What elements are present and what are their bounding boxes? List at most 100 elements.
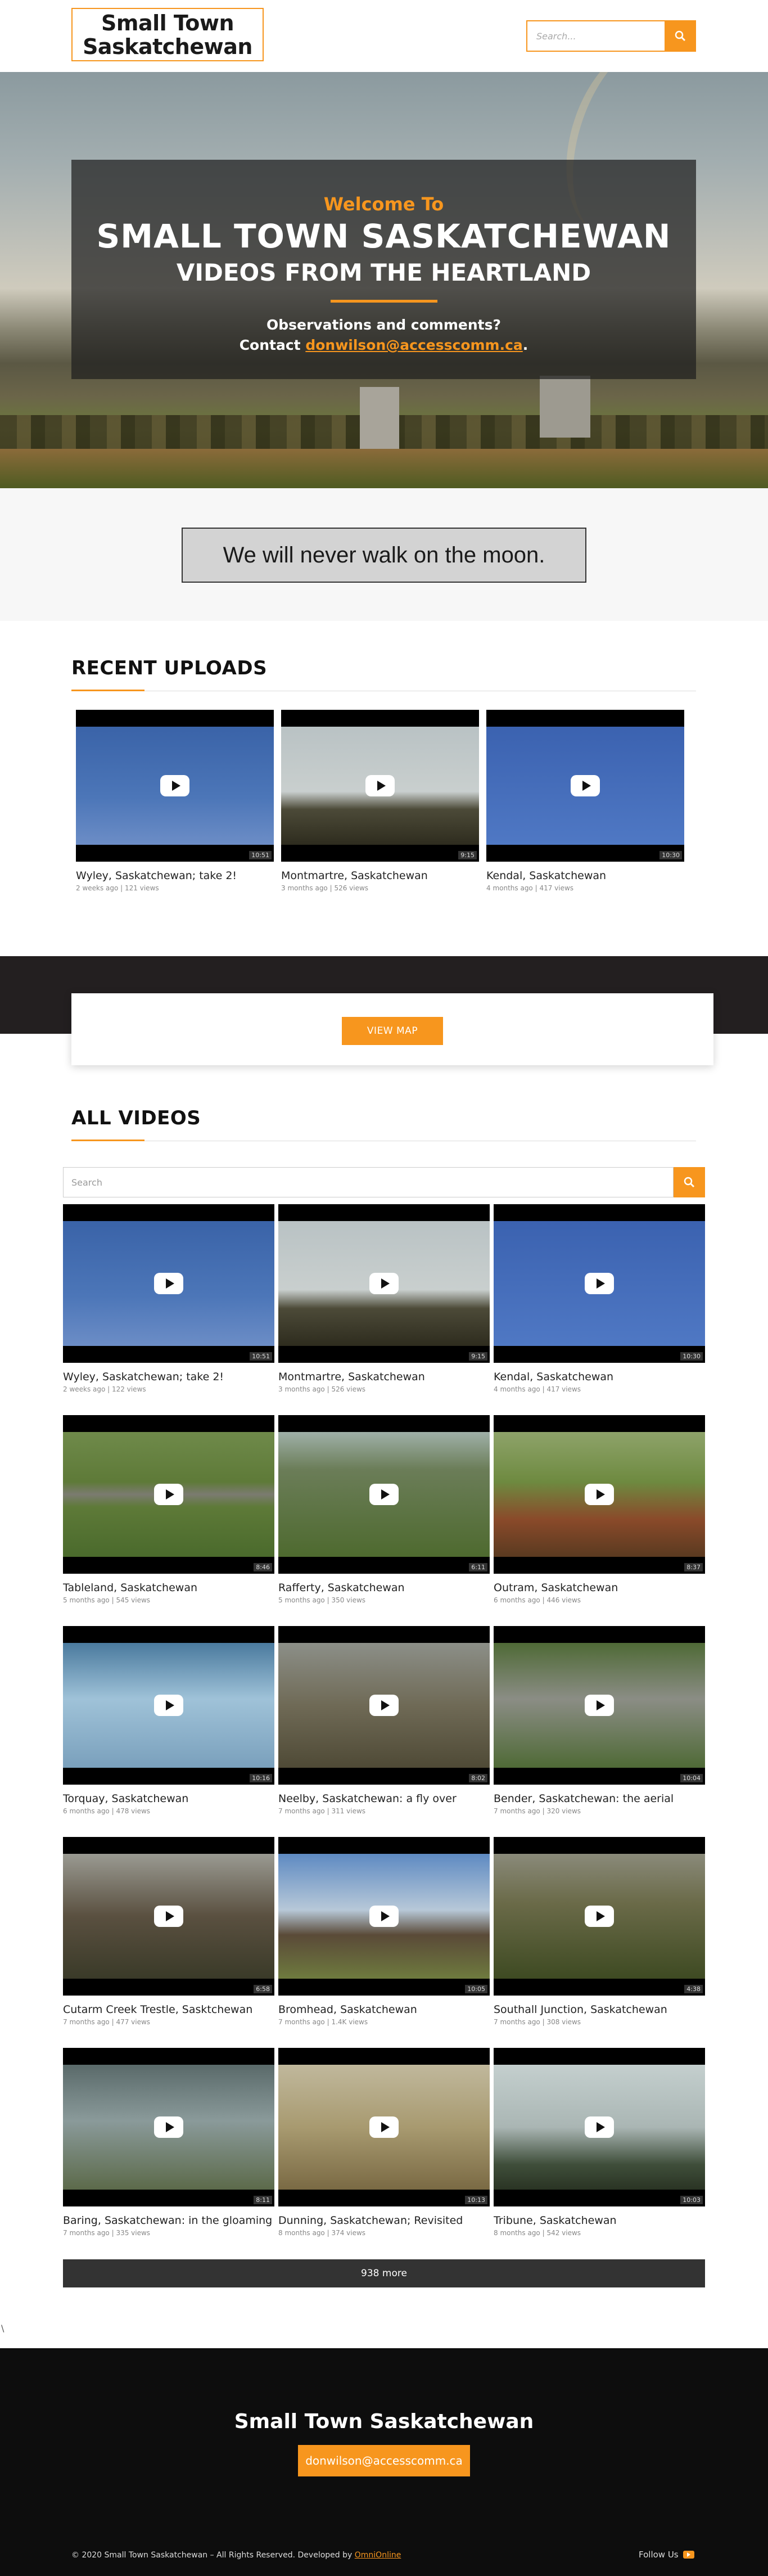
play-icon[interactable] xyxy=(160,775,189,796)
video-card[interactable]: 10:05 Bromhead, Saskatchewan 7 months ago … xyxy=(278,1837,490,2026)
hero-contact-email-link[interactable]: donwilson@accesscomm.ca xyxy=(305,337,522,353)
video-thumbnail[interactable]: 10:51 xyxy=(76,710,274,862)
video-thumbnail[interactable]: 9:15 xyxy=(281,710,479,862)
video-title[interactable]: Neelby, Saskatchewan: a fly over xyxy=(278,1793,490,1805)
play-icon[interactable] xyxy=(154,2116,183,2138)
video-thumbnail[interactable]: 10:13 xyxy=(278,2048,490,2206)
play-icon[interactable] xyxy=(585,1906,614,1927)
play-icon[interactable] xyxy=(154,1695,183,1716)
video-card[interactable]: 10:13 Dunning, Saskatchewan; Revisited 8 m… xyxy=(278,2048,490,2237)
video-duration: 10:30 xyxy=(659,851,682,859)
video-meta: 5 months ago | 350 views xyxy=(278,1596,366,1604)
load-more-button[interactable]: 938 more xyxy=(63,2259,705,2287)
video-title[interactable]: Cutarm Creek Trestle, Sasktchewan xyxy=(63,2003,274,2016)
video-thumbnail[interactable]: 9:15 xyxy=(278,1204,490,1363)
play-icon[interactable] xyxy=(369,1906,399,1927)
video-title[interactable]: Wyley, Saskatchewan; take 2! xyxy=(76,870,274,882)
video-title[interactable]: Bromhead, Saskatchewan xyxy=(278,2003,490,2016)
play-icon[interactable] xyxy=(585,1273,614,1294)
video-title[interactable]: Tableland, Saskatchewan xyxy=(63,1582,274,1594)
play-icon[interactable] xyxy=(369,1273,399,1294)
video-card[interactable]: 6:11 Rafferty, Saskatchewan 5 months ago |… xyxy=(278,1415,490,1604)
video-title[interactable]: Dunning, Saskatchewan; Revisited xyxy=(278,2214,490,2227)
video-title[interactable]: Bender, Saskatchewan: the aerial xyxy=(494,1793,705,1805)
video-card[interactable]: 10:51 Wyley, Saskatchewan; take 2! 2 weeks… xyxy=(63,1204,274,1393)
youtube-icon[interactable] xyxy=(683,2551,694,2559)
quote-box: We will never walk on the moon. xyxy=(182,528,586,583)
video-title[interactable]: Kendal, Saskatchewan xyxy=(494,1371,705,1383)
site-logo[interactable]: Small Town Saskatchewan xyxy=(71,8,264,61)
video-card[interactable]: 8:37 Outram, Saskatchewan 6 months ago | 4… xyxy=(494,1415,705,1604)
play-icon[interactable] xyxy=(585,1695,614,1716)
all-videos-accent xyxy=(71,1140,144,1141)
recent-video-card[interactable]: 9:15 Montmartre, Saskatchewan 3 months ago… xyxy=(281,710,479,892)
video-title[interactable]: Outram, Saskatchewan xyxy=(494,1582,705,1594)
video-card[interactable]: 10:04 Bender, Saskatchewan: the aerial 7 m… xyxy=(494,1626,705,1815)
video-thumbnail[interactable]: 6:58 xyxy=(63,1837,274,1996)
video-meta: 7 months ago | 1.4K views xyxy=(278,2018,368,2026)
video-title[interactable]: Tribune, Saskatchewan xyxy=(494,2214,705,2227)
hero-overlay: Welcome To SMALL TOWN SASKATCHEWAN VIDEO… xyxy=(71,160,696,379)
video-title[interactable]: Wyley, Saskatchewan; take 2! xyxy=(63,1371,274,1383)
video-thumbnail[interactable]: 8:46 xyxy=(63,1415,274,1574)
video-meta: 2 weeks ago | 121 views xyxy=(76,884,159,892)
video-thumbnail[interactable]: 10:04 xyxy=(494,1626,705,1785)
site-header: Small Town Saskatchewan Search... xyxy=(0,0,768,72)
play-icon[interactable] xyxy=(154,1273,183,1294)
developer-link[interactable]: OmniOnline xyxy=(355,2551,401,2560)
video-thumbnail[interactable]: 8:11 xyxy=(63,2048,274,2206)
video-card[interactable]: 9:15 Montmartre, Saskatchewan 3 months ago… xyxy=(278,1204,490,1393)
video-card[interactable]: 8:11 Baring, Saskatchewan: in the gloamin… xyxy=(63,2048,274,2237)
video-thumbnail[interactable]: 10:30 xyxy=(494,1204,705,1363)
video-card[interactable]: 10:30 Kendal, Saskatchewan 4 months ago | … xyxy=(494,1204,705,1393)
play-icon[interactable] xyxy=(585,1484,614,1505)
video-thumbnail[interactable]: 4:38 xyxy=(494,1837,705,1996)
video-card[interactable]: 10:16 Torquay, Saskatchewan 6 months ago |… xyxy=(63,1626,274,1815)
header-search-button[interactable] xyxy=(665,20,696,52)
video-card[interactable]: 10:03 Tribune, Saskatchewan 8 months ago |… xyxy=(494,2048,705,2237)
recent-video-card[interactable]: 10:30 Kendal, Saskatchewan 4 months ago | … xyxy=(486,710,684,892)
play-icon[interactable] xyxy=(154,1484,183,1505)
video-card[interactable]: 8:02 Neelby, Saskatchewan: a fly over 7 mo… xyxy=(278,1626,490,1815)
view-map-button[interactable]: VIEW MAP xyxy=(342,1017,443,1045)
video-title[interactable]: Torquay, Saskatchewan xyxy=(63,1793,274,1805)
play-icon[interactable] xyxy=(369,2116,399,2138)
recent-video-card[interactable]: 10:51 Wyley, Saskatchewan; take 2! 2 weeks… xyxy=(76,710,274,892)
video-thumbnail[interactable]: 10:30 xyxy=(486,710,684,862)
play-icon[interactable] xyxy=(369,1484,399,1505)
video-title[interactable]: Rafferty, Saskatchewan xyxy=(278,1582,490,1594)
video-thumbnail[interactable]: 10:05 xyxy=(278,1837,490,1996)
hero-ground xyxy=(0,449,768,488)
play-icon[interactable] xyxy=(571,775,600,796)
footer-email-button[interactable]: donwilson@accesscomm.ca xyxy=(298,2445,470,2476)
video-title[interactable]: Southall Junction, Saskatchewan xyxy=(494,2003,705,2016)
video-thumbnail[interactable]: 10:16 xyxy=(63,1626,274,1785)
video-title[interactable]: Baring, Saskatchewan: in the gloaming xyxy=(63,2214,274,2227)
footer-follow: Follow Us xyxy=(639,2550,694,2560)
video-thumbnail[interactable]: 8:37 xyxy=(494,1415,705,1574)
video-meta: 7 months ago | 320 views xyxy=(494,1807,581,1815)
video-thumbnail[interactable]: 6:11 xyxy=(278,1415,490,1574)
video-title[interactable]: Kendal, Saskatchewan xyxy=(486,870,684,882)
header-search-input[interactable]: Search... xyxy=(526,20,665,52)
hero-contact-label: Contact xyxy=(239,337,301,353)
hero-subtitle: VIDEOS FROM THE HEARTLAND xyxy=(176,259,591,286)
video-card[interactable]: 6:58 Cutarm Creek Trestle, Sasktchewan 7 m… xyxy=(63,1837,274,2026)
video-search-input[interactable]: Search xyxy=(63,1167,674,1197)
hero-contact-suffix: . xyxy=(522,337,528,353)
video-card[interactable]: 8:46 Tableland, Saskatchewan 5 months ago … xyxy=(63,1415,274,1604)
video-title[interactable]: Montmartre, Saskatchewan xyxy=(281,870,479,882)
video-search-button[interactable] xyxy=(674,1167,705,1197)
video-meta: 8 months ago | 374 views xyxy=(278,2229,366,2237)
play-icon[interactable] xyxy=(365,775,395,796)
video-card[interactable]: 4:38 Southall Junction, Saskatchewan 7 mon… xyxy=(494,1837,705,2026)
video-title[interactable]: Montmartre, Saskatchewan xyxy=(278,1371,490,1383)
play-icon[interactable] xyxy=(585,2116,614,2138)
play-icon[interactable] xyxy=(154,1906,183,1927)
play-icon[interactable] xyxy=(369,1695,399,1716)
video-thumbnail[interactable]: 8:02 xyxy=(278,1626,490,1785)
stray-backslash: \ xyxy=(1,2323,4,2334)
video-thumbnail[interactable]: 10:03 xyxy=(494,2048,705,2206)
video-thumbnail[interactable]: 10:51 xyxy=(63,1204,274,1363)
copyright-text: © 2020 Small Town Saskatchewan – All Rig… xyxy=(71,2551,353,2560)
